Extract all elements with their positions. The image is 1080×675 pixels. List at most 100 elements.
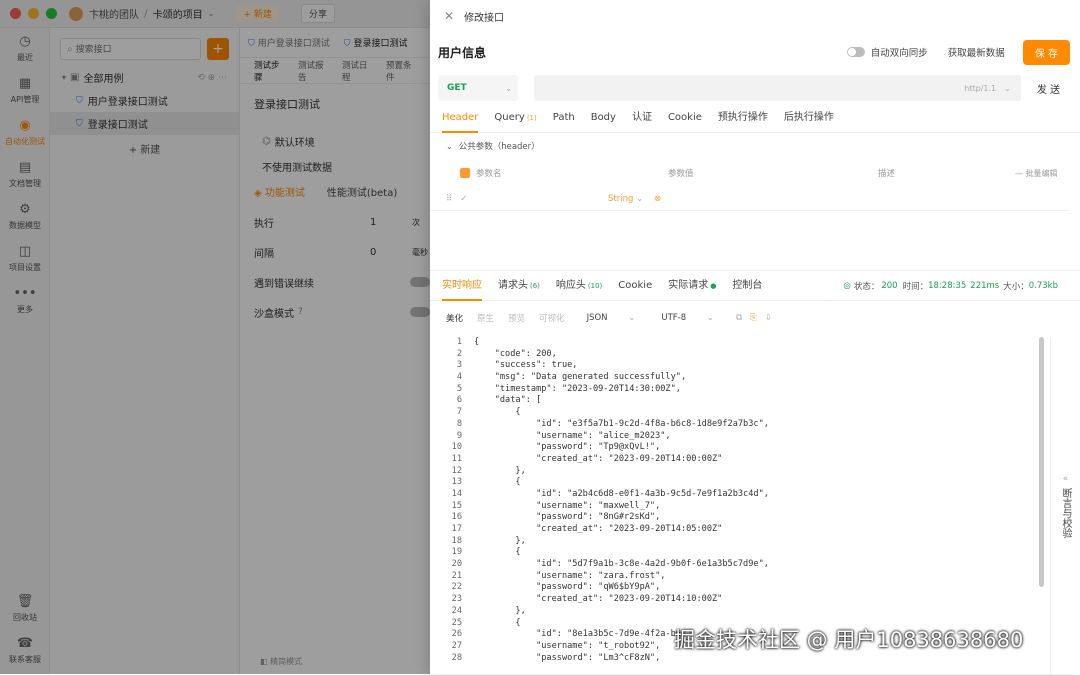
request-tab-label: 后执行操作 bbox=[783, 111, 834, 123]
code-text: "created_at": "2023-09-20T14:10:00Z" bbox=[474, 594, 723, 605]
response-status: ◎ 状态： 200 时间： 18:28:35 221ms 大小： 0.73kb bbox=[843, 280, 1058, 292]
drag-handle-icon[interactable]: ⠿ bbox=[446, 194, 452, 204]
chevron-down-icon: ⌄ bbox=[505, 83, 512, 93]
code-line: 21 "username": "zara.frost", bbox=[430, 571, 1030, 583]
line-number: 21 bbox=[451, 570, 462, 581]
response-tab-label: 实时响应 bbox=[442, 279, 482, 291]
protocol-select[interactable]: http/1.1 bbox=[964, 84, 996, 93]
line-number: 18 bbox=[451, 535, 462, 546]
param-type-label: String bbox=[608, 193, 634, 204]
code-text: "msg": "Data generated successfully", bbox=[474, 372, 687, 383]
format-select[interactable]: JSON ⌄ bbox=[587, 313, 636, 323]
request-tab-5[interactable]: Cookie bbox=[668, 103, 702, 133]
response-tab-1[interactable]: 请求头 (6) bbox=[498, 271, 540, 301]
beautify-tab[interactable]: 美化 bbox=[446, 312, 463, 324]
response-tab-label: 响应头 bbox=[555, 279, 586, 291]
add-param-icon[interactable]: ⊗ bbox=[654, 194, 661, 204]
download-icon[interactable]: ⇩ bbox=[765, 313, 772, 323]
assert-panel-toggle[interactable]: « 断言与校验 bbox=[1050, 337, 1080, 675]
chevron-down-icon: ⌄ bbox=[636, 193, 644, 204]
response-tab-2[interactable]: 响应头 (10) bbox=[556, 271, 602, 301]
copy-icon[interactable]: ⧉ bbox=[736, 313, 742, 323]
request-tab-4[interactable]: 认证 bbox=[632, 103, 652, 133]
method-select[interactable]: GET ⌄ bbox=[438, 75, 518, 101]
request-tab-1[interactable]: Query (1) bbox=[494, 103, 536, 133]
chevron-down-icon: ⌄ bbox=[706, 313, 714, 323]
request-tab-badge: (1) bbox=[526, 113, 537, 122]
fetch-latest-button[interactable]: 获取最新数据 bbox=[948, 45, 1005, 59]
line-number: 9 bbox=[456, 430, 462, 441]
line-number: 5 bbox=[456, 383, 462, 394]
code-text: "id": "e3f5a7b1-9c2d-4f8a-b6c8-1d8e9f2a7… bbox=[474, 418, 769, 429]
status-code: 200 bbox=[881, 280, 898, 291]
row-checkbox[interactable]: ✓ bbox=[460, 194, 467, 204]
status-label: 状态： bbox=[853, 281, 880, 292]
code-text: "password": "qW6$bY9pA", bbox=[474, 582, 661, 593]
code-text: "code": 200, bbox=[474, 348, 557, 359]
request-tab-label: Path bbox=[552, 111, 575, 123]
request-tab-2[interactable]: Path bbox=[553, 103, 575, 133]
bulk-edit-button[interactable]: — 批量编辑 bbox=[1015, 168, 1058, 179]
code-text: "id": "5d7f9a1b-3c8e-4a2d-9b0f-6e1a3b5c7… bbox=[474, 559, 769, 570]
section-title: 用户信息 bbox=[438, 45, 487, 60]
code-text: "data": [ bbox=[474, 395, 542, 406]
line-number: 1 bbox=[456, 337, 462, 347]
sync-toggle[interactable] bbox=[846, 47, 865, 57]
send-button[interactable]: 发 送 bbox=[1037, 81, 1060, 96]
watermark: 掘金技术社区 @ 用户10838638680 bbox=[674, 628, 1024, 652]
code-text: { bbox=[474, 617, 521, 628]
line-number: 15 bbox=[451, 500, 462, 511]
response-tab-3[interactable]: Cookie bbox=[618, 271, 652, 301]
request-tab-7[interactable]: 后执行操作 bbox=[784, 103, 834, 133]
response-tab-5[interactable]: 控制台 bbox=[732, 271, 762, 301]
request-tab-0[interactable]: Header bbox=[442, 103, 479, 133]
visualize-tab[interactable]: 可视化 bbox=[539, 312, 565, 324]
code-text: "password": "Lm3^cF8zN", bbox=[474, 652, 661, 663]
request-tab-3[interactable]: Body bbox=[591, 103, 616, 133]
param-type-select[interactable]: String ⌄ bbox=[608, 194, 643, 204]
code-line: 24 }, bbox=[430, 606, 1030, 618]
code-line: 6 "data": [ bbox=[430, 395, 1030, 407]
editor-scrollbar[interactable] bbox=[1039, 337, 1044, 587]
line-number: 7 bbox=[456, 407, 462, 418]
encoding-label: UTF-8 bbox=[661, 313, 687, 323]
encoding-select[interactable]: UTF-8 ⌄ bbox=[661, 313, 714, 323]
request-tab-label: Query bbox=[494, 111, 525, 123]
response-tab-label: 控制台 bbox=[732, 279, 763, 291]
line-number: 25 bbox=[451, 617, 462, 628]
preview-tab[interactable]: 预览 bbox=[508, 312, 525, 324]
assert-label: 断言与校验 bbox=[1060, 488, 1071, 538]
save-button[interactable]: 保 存 bbox=[1022, 39, 1070, 65]
line-number: 12 bbox=[451, 465, 462, 476]
response-tab-0[interactable]: 实时响应 bbox=[442, 271, 482, 301]
save-response-icon[interactable]: ⎘ bbox=[750, 313, 757, 323]
response-time: 18:28:35 bbox=[928, 280, 967, 291]
line-number: 13 bbox=[451, 477, 462, 488]
line-number: 23 bbox=[451, 594, 462, 605]
modal-overlay[interactable] bbox=[0, 0, 430, 674]
response-tab-badge: (10) bbox=[587, 281, 603, 290]
code-line: 4 "msg": "Data generated successfully", bbox=[430, 372, 1030, 384]
close-icon[interactable]: ✕ bbox=[444, 9, 454, 23]
request-tab-6[interactable]: 预执行操作 bbox=[718, 103, 768, 133]
line-number: 3 bbox=[456, 360, 462, 371]
sync-label: 自动双向同步 bbox=[870, 48, 928, 59]
code-line: 12 }, bbox=[430, 466, 1030, 478]
time-label: 时间： bbox=[902, 281, 929, 292]
response-tab-4[interactable]: 实际请求 ● bbox=[668, 271, 716, 301]
select-all-checkbox[interactable] bbox=[460, 168, 470, 178]
drawer-title: 修改接口 bbox=[464, 12, 505, 24]
size-label: 大小： bbox=[1003, 281, 1029, 292]
code-line: 16 "password": "8nG#r2sKd", bbox=[430, 512, 1030, 524]
url-input[interactable]: http/1.1 ⌄ bbox=[534, 75, 1021, 101]
raw-tab[interactable]: 原生 bbox=[477, 312, 494, 324]
code-text: "username": "t_robot92", bbox=[474, 640, 661, 651]
code-line: 23 "created_at": "2023-09-20T14:10:00Z" bbox=[430, 594, 1030, 606]
code-line: 17 "created_at": "2023-09-20T14:05:00Z" bbox=[430, 524, 1030, 536]
line-number: 27 bbox=[451, 640, 462, 651]
line-number: 19 bbox=[451, 547, 462, 558]
line-number: 17 bbox=[451, 524, 462, 534]
line-number: 24 bbox=[451, 605, 462, 616]
line-number: 26 bbox=[451, 629, 462, 640]
collapse-icon[interactable]: ⌄ bbox=[446, 142, 453, 151]
